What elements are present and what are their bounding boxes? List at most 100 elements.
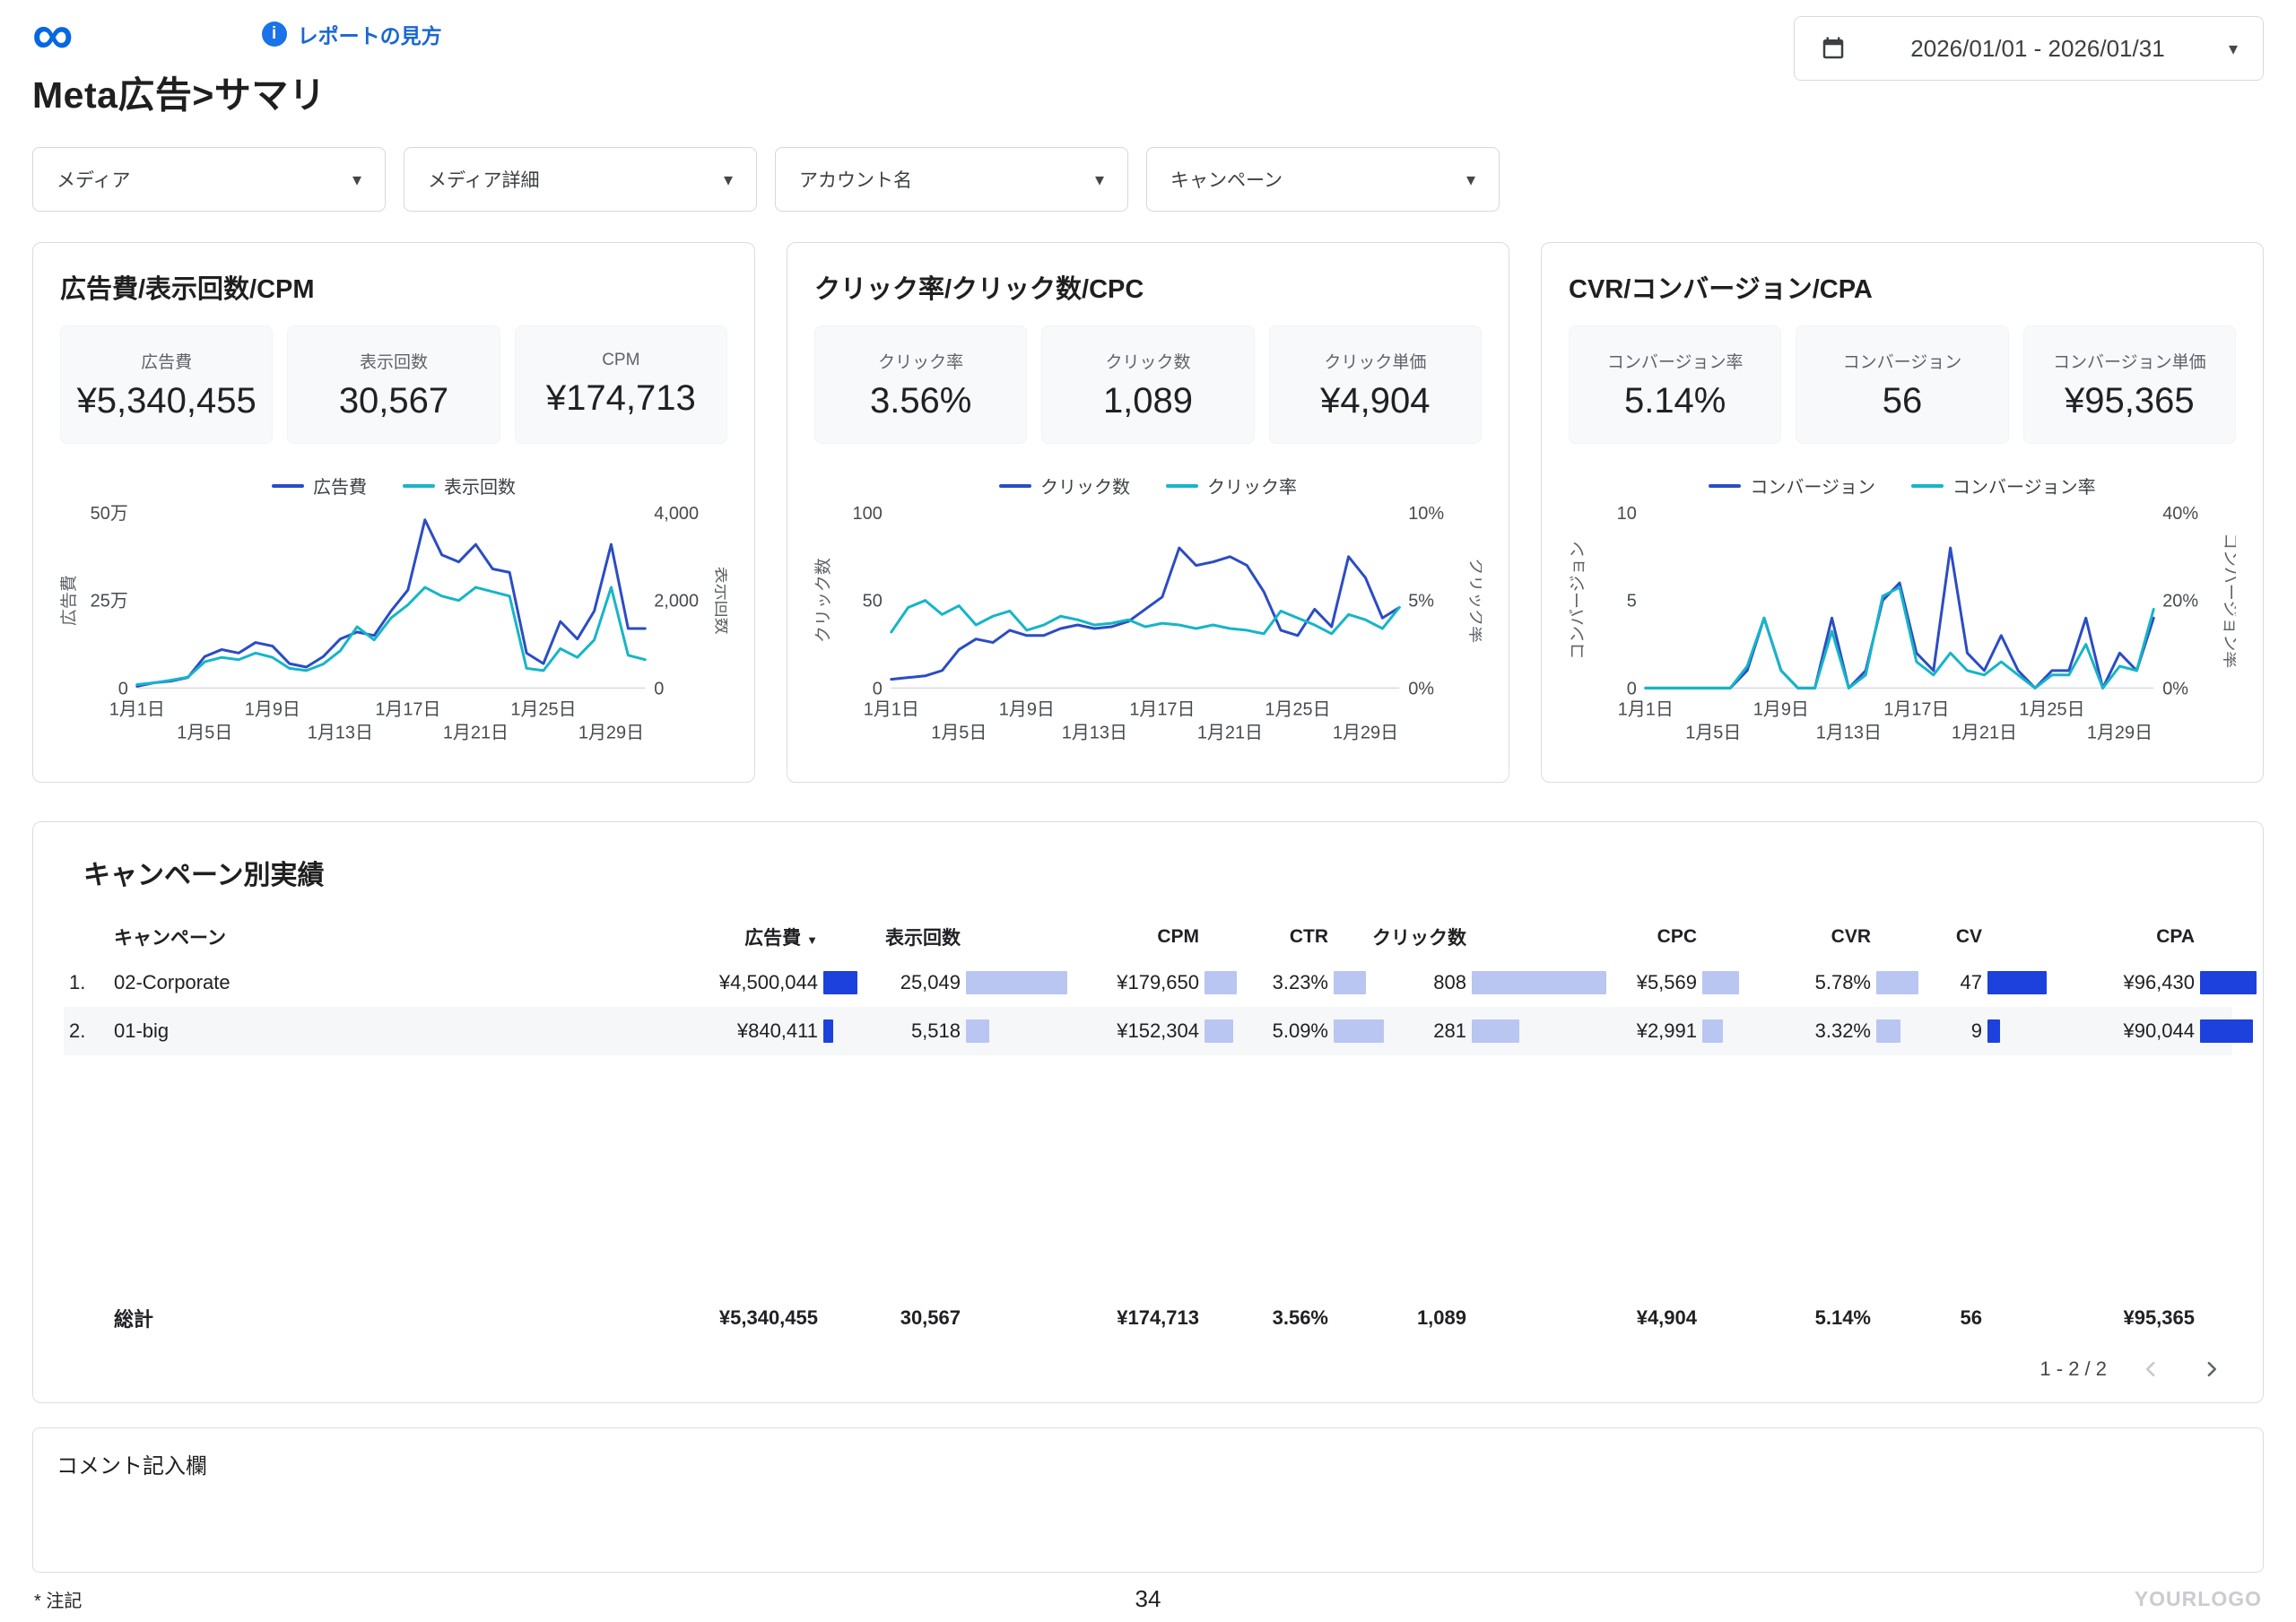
- footer: * 注記 34 YOURLOGO: [32, 1573, 2264, 1622]
- kpi-tile: クリック数 1,089: [1041, 325, 1255, 444]
- cell-campaign: 01-big: [114, 1019, 170, 1042]
- cell-metric: 808: [1364, 970, 1606, 995]
- header-広告費[interactable]: 広告費 ▼: [586, 924, 854, 950]
- header-CPM[interactable]: CPM: [996, 924, 1235, 950]
- kpi-row: クリック率 3.56% クリック数 1,089 クリック単価 ¥4,904: [814, 325, 1482, 444]
- meta-logo-icon: ∞: [32, 2, 74, 66]
- legend-item: クリック数: [999, 473, 1130, 499]
- legend-label: クリック率: [1207, 478, 1297, 498]
- cell-metric: ¥152,304: [996, 1019, 1235, 1044]
- report-guide-link[interactable]: i レポートの見方: [261, 19, 442, 49]
- legend-swatch: [1166, 483, 1198, 488]
- kpi-value: ¥174,713: [545, 378, 696, 418]
- sort-desc-icon: ▼: [806, 933, 818, 947]
- calendar-icon: [1822, 37, 1844, 59]
- prev-page-button[interactable]: [2134, 1352, 2168, 1386]
- svg-text:20%: 20%: [2162, 592, 2198, 612]
- header-クリック数[interactable]: クリック数: [1364, 924, 1502, 950]
- bar-zone: [1328, 924, 1364, 950]
- total-metric: 3.56%: [1235, 1305, 1364, 1331]
- kpi-tile: クリック単価 ¥4,904: [1268, 325, 1482, 444]
- page-title: Meta広告>サマリ: [32, 74, 326, 116]
- total-value: 5.14%: [1814, 1306, 1871, 1330]
- bar-zone: [1199, 1305, 1235, 1331]
- svg-text:1月17日: 1月17日: [1129, 699, 1195, 719]
- svg-text:1月5日: 1月5日: [1685, 723, 1741, 742]
- svg-text:1月13日: 1月13日: [1816, 723, 1882, 742]
- metric-value: 5.09%: [1272, 1019, 1328, 1042]
- header-表示回数[interactable]: 表示回数: [854, 924, 996, 950]
- kpi-tile: 表示回数 30,567: [287, 325, 500, 444]
- bar-zone: [1697, 1019, 1733, 1044]
- svg-text:1月25日: 1月25日: [2019, 699, 2084, 719]
- report-guide-label: レポートの見方: [297, 24, 442, 48]
- svg-text:1月5日: 1月5日: [931, 723, 987, 742]
- header-label: CTR: [1289, 926, 1328, 947]
- header-CPA[interactable]: CPA: [2018, 924, 2231, 950]
- legend-swatch: [999, 483, 1031, 488]
- comment-box[interactable]: コメント記入欄: [32, 1427, 2264, 1573]
- svg-text:1月25日: 1月25日: [1265, 699, 1330, 719]
- header-CVR[interactable]: CVR: [1733, 924, 1907, 950]
- table-total-row: 総計 ¥5,340,455 30,567 ¥174,713 3.56% 1,089 ¥4,9…: [64, 1291, 2232, 1345]
- bar-zone: [1697, 1305, 1733, 1331]
- total-value: ¥4,904: [1636, 1306, 1697, 1330]
- chart-legend: 広告費 表示回数: [60, 473, 727, 499]
- filter-bar: メディア ▾ メディア詳細 ▾ アカウント名 ▾ キャンペーン ▾: [32, 147, 2264, 212]
- cell-metric: ¥840,411: [586, 1019, 854, 1044]
- chevron-down-icon: ▾: [1465, 169, 1475, 190]
- filter-campaign[interactable]: キャンペーン ▾: [1146, 147, 1500, 212]
- kpi-tile: クリック率 3.56%: [814, 325, 1028, 444]
- header-campaign[interactable]: キャンペーン: [114, 924, 586, 950]
- filter-label: キャンペーン: [1170, 170, 1283, 191]
- cell-metric: 3.23%: [1235, 970, 1366, 995]
- cell-metric: 5.78%: [1733, 970, 1918, 995]
- date-range-picker[interactable]: 2026/01/01 - 2026/01/31 ▾: [1794, 16, 2264, 81]
- filter-media-detail[interactable]: メディア詳細 ▾: [404, 147, 757, 212]
- header-CTR[interactable]: CTR: [1235, 924, 1364, 950]
- svg-text:5%: 5%: [1408, 592, 1434, 612]
- title-block: ∞ i レポートの見方 Meta広告>サマリ: [32, 2, 442, 118]
- cell-metric: ¥4,500,044: [586, 970, 857, 995]
- bar-zone: [1982, 1019, 2018, 1044]
- total-value: ¥5,340,455: [718, 1306, 818, 1330]
- svg-text:クリック率: クリック率: [1466, 558, 1482, 643]
- chevron-down-icon: ▾: [352, 169, 361, 190]
- svg-text:100: 100: [853, 504, 883, 524]
- svg-text:0: 0: [118, 679, 128, 698]
- legend-item: コンバージョン: [1709, 473, 1875, 499]
- value-bar: [966, 971, 1067, 994]
- filter-account-name[interactable]: アカウント名 ▾: [775, 147, 1128, 212]
- bar-zone: [1466, 970, 1606, 995]
- svg-text:5: 5: [1627, 592, 1637, 612]
- cell-metric: 25,049: [854, 970, 1067, 995]
- chevron-down-icon: ▾: [2228, 39, 2238, 59]
- next-page-button[interactable]: [2195, 1352, 2229, 1386]
- svg-text:1月1日: 1月1日: [109, 699, 165, 719]
- row-index: 1.: [69, 971, 86, 993]
- pagination: 1 - 2 / 2: [64, 1345, 2232, 1390]
- cell-metric: 47: [1907, 970, 2047, 995]
- bar-zone: [2195, 970, 2257, 995]
- kpi-value: ¥5,340,455: [76, 380, 257, 421]
- svg-text:1月25日: 1月25日: [510, 699, 576, 719]
- svg-text:1月1日: 1月1日: [1618, 699, 1674, 719]
- kpi-value: 56: [1882, 380, 1923, 421]
- svg-text:1月9日: 1月9日: [1753, 699, 1809, 719]
- header-CPC[interactable]: CPC: [1502, 924, 1733, 950]
- bar-zone: [1328, 970, 1366, 995]
- value-bar: [823, 971, 857, 994]
- header-CV[interactable]: CV: [1907, 924, 2018, 950]
- kpi-tile: コンバージョン 56: [1796, 325, 2009, 444]
- info-icon: i: [261, 22, 287, 47]
- page-info: 1 - 2 / 2: [2039, 1357, 2107, 1381]
- campaign-table: キャンペーン 広告費 ▼ 表示回数 CPM CTR クリック数 CPC CVR CV CPA 1. 02…: [64, 915, 2257, 1345]
- line-chart: 0 5 10 0% 20% 40% コンバージョン コンバージョン率 1月1日 1月5日 1月9日 1…: [1569, 504, 2236, 742]
- svg-text:1月1日: 1月1日: [864, 699, 919, 719]
- svg-text:1月21日: 1月21日: [1952, 723, 2017, 742]
- logo-row: ∞ i レポートの見方: [32, 2, 442, 66]
- kpi-label: コンバージョン単価: [2053, 352, 2206, 372]
- kpi-label: 広告費: [141, 352, 193, 372]
- filter-media[interactable]: メディア ▾: [32, 147, 386, 212]
- bar-zone: [1328, 1305, 1364, 1331]
